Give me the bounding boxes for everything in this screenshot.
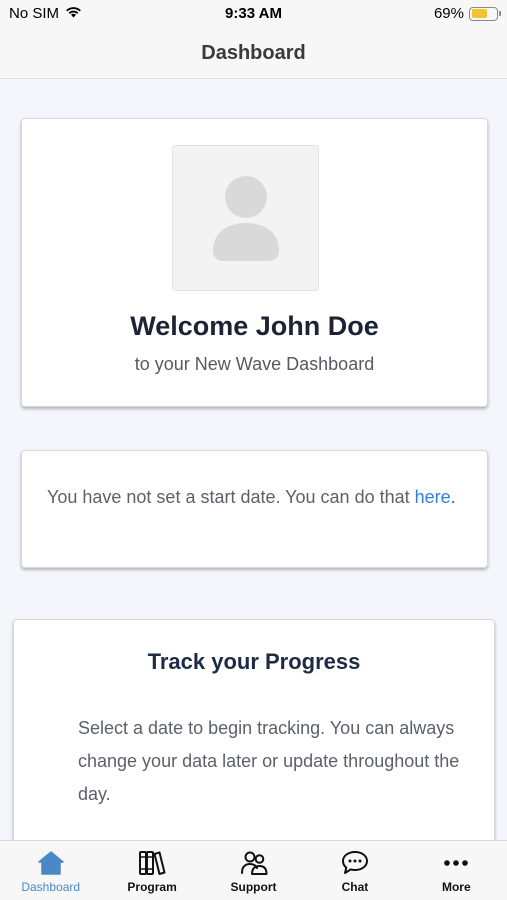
welcome-card: Welcome John Doe to your New Wave Dashbo… <box>21 118 488 407</box>
progress-title: Track your Progress <box>147 649 361 674</box>
books-icon <box>138 849 166 877</box>
battery-icon <box>469 6 501 21</box>
tab-label: Dashboard <box>21 880 81 894</box>
welcome-title: Welcome John Doe <box>130 311 379 341</box>
start-date-suffix: . <box>450 487 456 507</box>
status-bar: No SIM 9:33 AM 69% <box>0 0 507 28</box>
people-icon <box>240 849 268 877</box>
user-placeholder-icon <box>212 176 279 261</box>
start-date-text: You have not set a start date. You can d… <box>47 487 415 507</box>
screen: No SIM 9:33 AM 69% Dashboard Welcome Joh… <box>0 0 507 900</box>
set-start-date-link[interactable]: here <box>415 487 451 507</box>
status-right: 69% <box>433 5 501 22</box>
avatar[interactable] <box>172 145 319 291</box>
tab-label: Support <box>230 880 277 894</box>
more-dots-icon <box>442 849 470 877</box>
tab-bar: Dashboard Program Support Chat More <box>0 840 507 900</box>
chat-bubble-icon <box>341 849 369 877</box>
battery-fill <box>471 9 488 18</box>
status-time: 9:33 AM <box>225 5 282 22</box>
progress-description: Select a date to begin tracking. You can… <box>78 718 460 804</box>
tab-label: Program <box>127 880 177 894</box>
start-date-message: You have not set a start date. You can d… <box>47 481 467 514</box>
tab-dashboard[interactable]: Dashboard <box>0 841 101 900</box>
page-title: Dashboard <box>201 41 306 64</box>
tab-chat[interactable]: Chat <box>304 841 405 900</box>
welcome-subtitle: to your New Wave Dashboard <box>134 354 375 374</box>
tab-more[interactable]: More <box>406 841 507 900</box>
start-date-card: You have not set a start date. You can d… <box>21 450 488 568</box>
tab-program[interactable]: Program <box>101 841 202 900</box>
tab-label: More <box>441 880 471 894</box>
tab-support[interactable]: Support <box>203 841 304 900</box>
home-icon <box>37 849 65 877</box>
tab-label: Chat <box>341 880 369 894</box>
nav-header: Dashboard <box>0 28 507 79</box>
battery-percent: 69% <box>433 5 464 22</box>
